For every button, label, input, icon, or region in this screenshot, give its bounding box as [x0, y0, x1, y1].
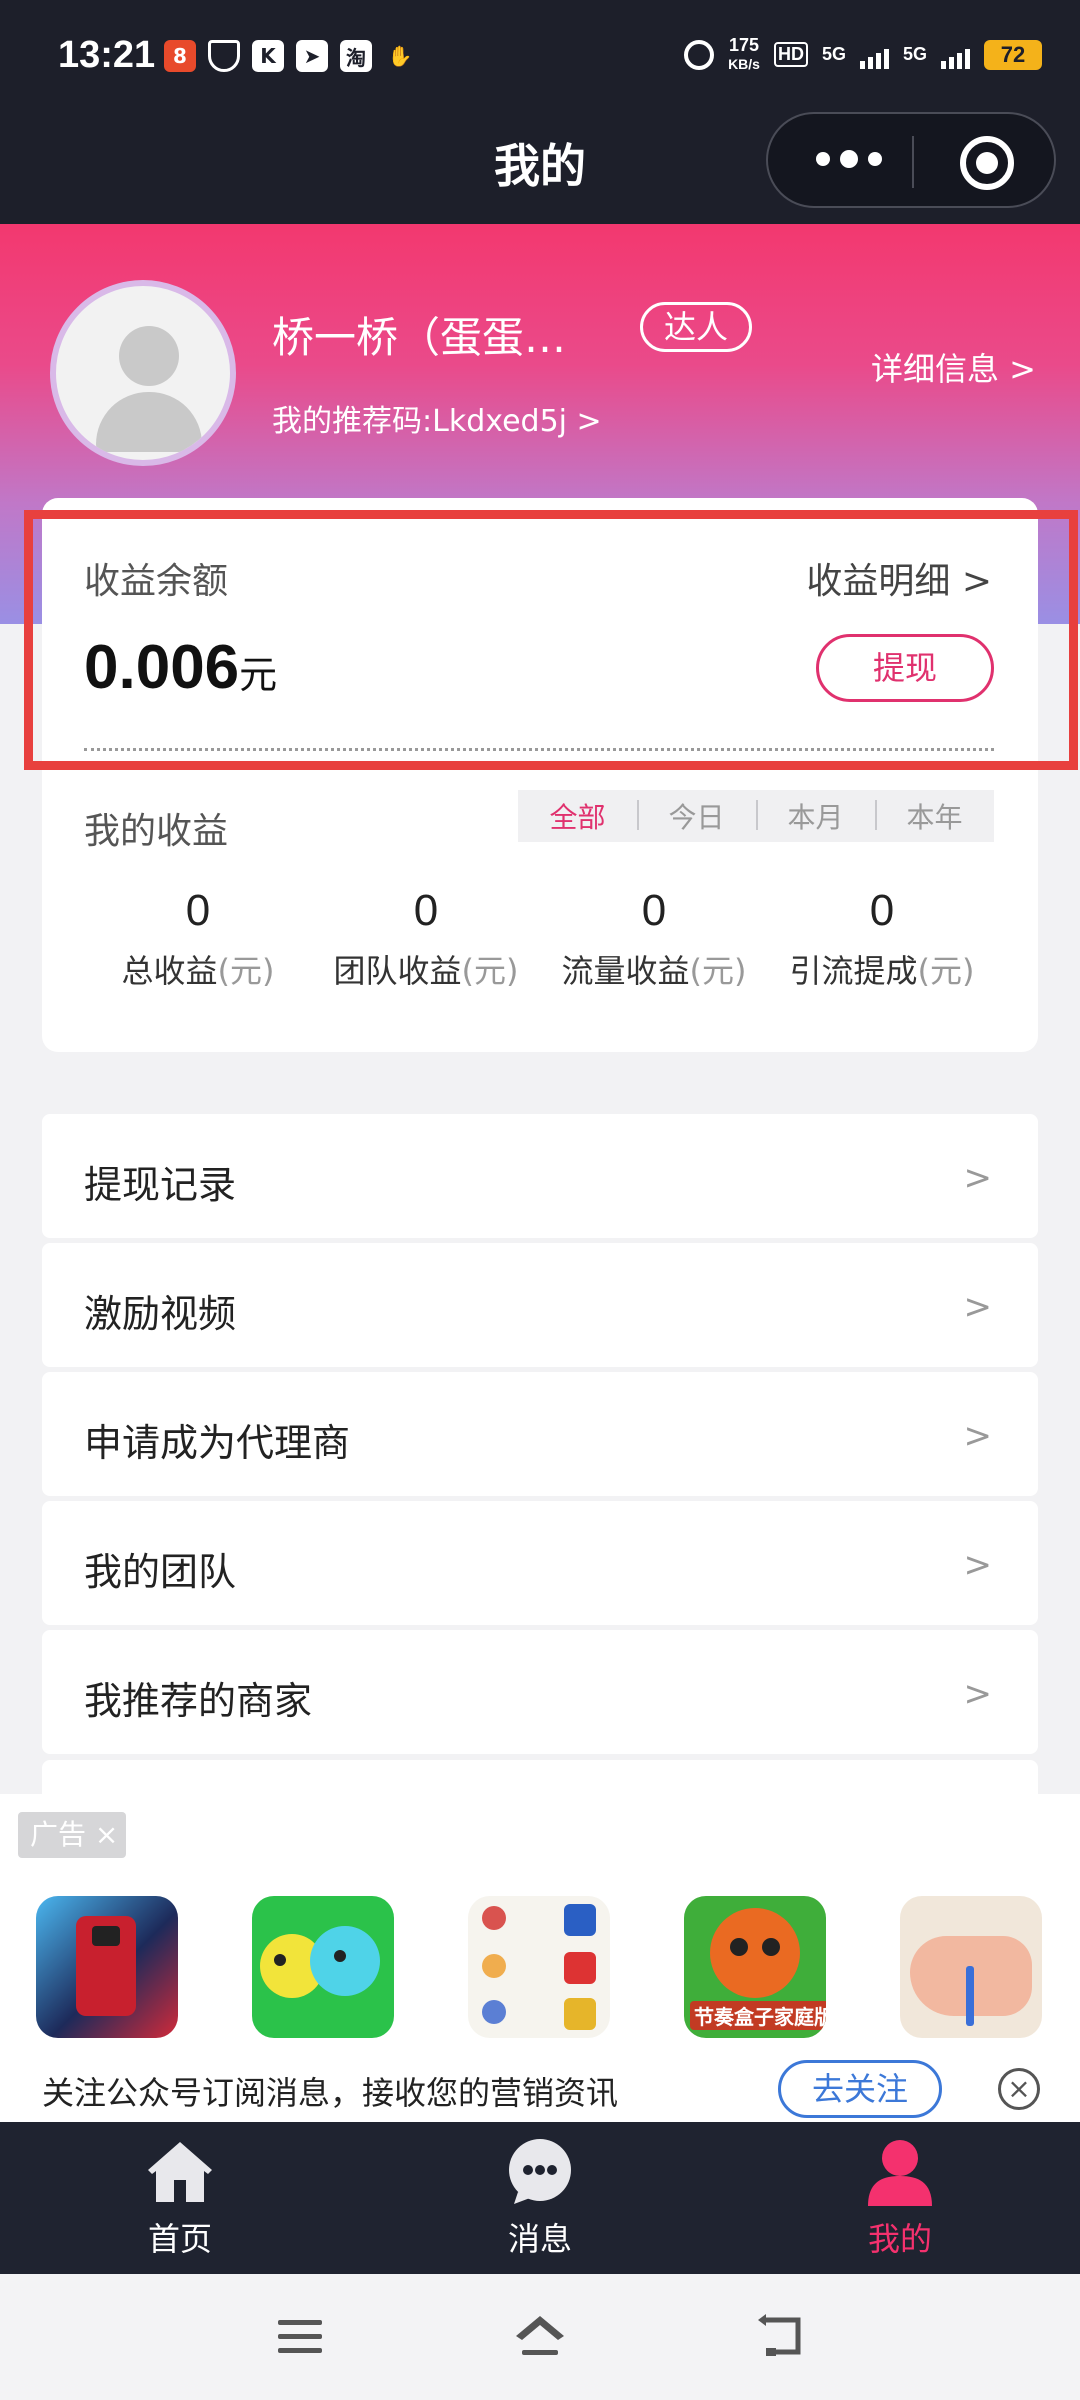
stat-label-text: 引流提成: [789, 952, 918, 990]
chevron-right-icon: >: [963, 1158, 993, 1198]
avatar[interactable]: [50, 280, 236, 466]
net-label-1: 5G: [821, 44, 846, 64]
game-icon-rope-puzzle[interactable]: [468, 1896, 610, 2038]
battery-icon: 72: [984, 39, 1042, 70]
game-icon-rhythm-box[interactable]: 节奏盒子家庭版: [684, 1896, 826, 2038]
game-icon-foot-care[interactable]: [900, 1896, 1042, 2038]
chevron-right-icon: >: [963, 1545, 993, 1585]
user-name: 桥一桥（蛋蛋…: [272, 313, 567, 362]
tab-year[interactable]: 本年: [875, 796, 994, 836]
net-label-2: 5G: [902, 44, 927, 64]
top-bar: 13:21 8 K ➤ 淘 ✋ 175 KB/s HD 5G 5G 72 我的: [0, 0, 1080, 224]
stat-unit: (元): [217, 952, 275, 990]
menu-icon[interactable]: [270, 2306, 330, 2366]
detail-info-link[interactable]: 详细信息 >: [871, 344, 1036, 390]
stat-unit: (元): [689, 952, 747, 990]
stat-label: 引流提成(元): [768, 946, 996, 992]
ad-tag[interactable]: 广告 ×: [18, 1812, 126, 1858]
notification-icons: 8 K ➤ 淘 ✋: [164, 40, 416, 72]
status-time: 13:21: [58, 34, 156, 76]
capsule-divider: [912, 136, 914, 188]
network-speed: 175 KB/s: [728, 36, 760, 73]
ad-tag-label: 广告: [30, 1818, 87, 1851]
game-title: 节奏盒子家庭版: [690, 2001, 826, 2030]
tab-label: 消息: [507, 2220, 572, 2258]
status-right: 175 KB/s HD 5G 5G 72: [684, 36, 1042, 73]
more-icon[interactable]: [816, 150, 882, 168]
stat-value: 0: [185, 886, 211, 935]
shield-icon: [208, 40, 240, 72]
stat-label-text: 总收益: [121, 952, 218, 990]
hd-icon: HD: [773, 42, 808, 67]
send-icon: ➤: [296, 40, 328, 72]
close-mini-program-icon[interactable]: [960, 136, 1014, 190]
ad-tag-close-icon[interactable]: ×: [95, 1818, 118, 1851]
handshake-icon: ✋: [387, 44, 413, 68]
mini-program-capsule: [766, 112, 1056, 208]
menu-recommended-merchants[interactable]: 我推荐的商家 >: [42, 1630, 1038, 1754]
stat-label: 总收益(元): [84, 946, 312, 992]
speed-unit: KB/s: [728, 56, 760, 72]
stat-value: 0: [413, 886, 439, 935]
avatar-body-shape: [96, 392, 202, 452]
follow-button[interactable]: 去关注: [778, 2060, 942, 2118]
stat-team: 0 团队收益(元): [312, 886, 540, 992]
menu-label: 激励视频: [84, 1292, 237, 1336]
stat-unit: (元): [461, 952, 519, 990]
subscribe-prompt: 关注公众号订阅消息，接收您的营销资讯: [42, 2074, 619, 2112]
alarm-icon: [684, 39, 715, 70]
close-icon[interactable]: ×: [998, 2068, 1040, 2110]
chevron-right-icon: >: [963, 1287, 993, 1327]
message-icon: [504, 2136, 576, 2208]
tab-label: 我的: [867, 2220, 932, 2258]
back-icon[interactable]: [752, 2306, 812, 2366]
game-icon-sprunki[interactable]: [252, 1896, 394, 2038]
highlight-box: [24, 510, 1078, 770]
stat-label: 团队收益(元): [312, 946, 540, 992]
app-badge-icon: 8: [164, 40, 196, 72]
home-nav-icon[interactable]: [510, 2306, 570, 2366]
stat-label-text: 团队收益: [333, 952, 462, 990]
menu-my-team[interactable]: 我的团队 >: [42, 1501, 1038, 1625]
tab-month[interactable]: 本月: [756, 796, 875, 836]
tab-label: 首页: [147, 2220, 212, 2258]
status-bar: 13:21 8 K ➤ 淘 ✋ 175 KB/s HD 5G 5G 72: [0, 0, 1080, 120]
tab-all[interactable]: 全部: [518, 796, 637, 836]
stat-unit: (元): [917, 952, 975, 990]
taobao-icon: 淘: [340, 40, 372, 72]
stat-label: 流量收益(元): [540, 946, 768, 992]
tab-today[interactable]: 今日: [637, 796, 756, 836]
stat-traffic: 0 流量收益(元): [540, 886, 768, 992]
stat-value: 0: [641, 886, 667, 935]
user-icon: [864, 2136, 936, 2208]
tab-me[interactable]: 我的: [800, 2136, 1000, 2260]
my-earnings-label: 我的收益: [84, 811, 229, 852]
menu-label: 我推荐的商家: [84, 1679, 313, 1723]
stat-value: 0: [869, 886, 895, 935]
avatar-head-shape: [119, 326, 179, 386]
stat-total: 0 总收益(元): [84, 886, 312, 992]
game-icon-robot[interactable]: [36, 1896, 178, 2038]
tab-home[interactable]: 首页: [80, 2136, 280, 2260]
menu-label: 申请成为代理商: [84, 1421, 351, 1465]
menu-withdraw-record[interactable]: 提现记录 >: [42, 1114, 1038, 1238]
period-tabs: 全部 今日 本月 本年: [518, 790, 994, 842]
menu-reward-video[interactable]: 激励视频 >: [42, 1243, 1038, 1367]
stat-label-text: 流量收益: [561, 952, 690, 990]
chevron-right-icon: >: [963, 1674, 993, 1714]
referral-code-link[interactable]: 我的推荐码:Lkdxed5j >: [272, 396, 602, 440]
home-icon: [144, 2136, 216, 2208]
signal-icon-2: [941, 41, 970, 69]
chevron-right-icon: >: [963, 1416, 993, 1456]
tab-messages[interactable]: 消息: [440, 2136, 640, 2260]
k-app-icon: K: [252, 40, 284, 72]
stat-referral: 0 引流提成(元): [768, 886, 996, 992]
menu-label: 提现记录: [84, 1163, 237, 1207]
level-badge: 达人: [640, 302, 752, 352]
speed-value: 175: [728, 35, 760, 55]
menu-become-agent[interactable]: 申请成为代理商 >: [42, 1372, 1038, 1496]
menu-label: 我的团队: [84, 1550, 237, 1594]
signal-icon-1: [859, 41, 889, 69]
